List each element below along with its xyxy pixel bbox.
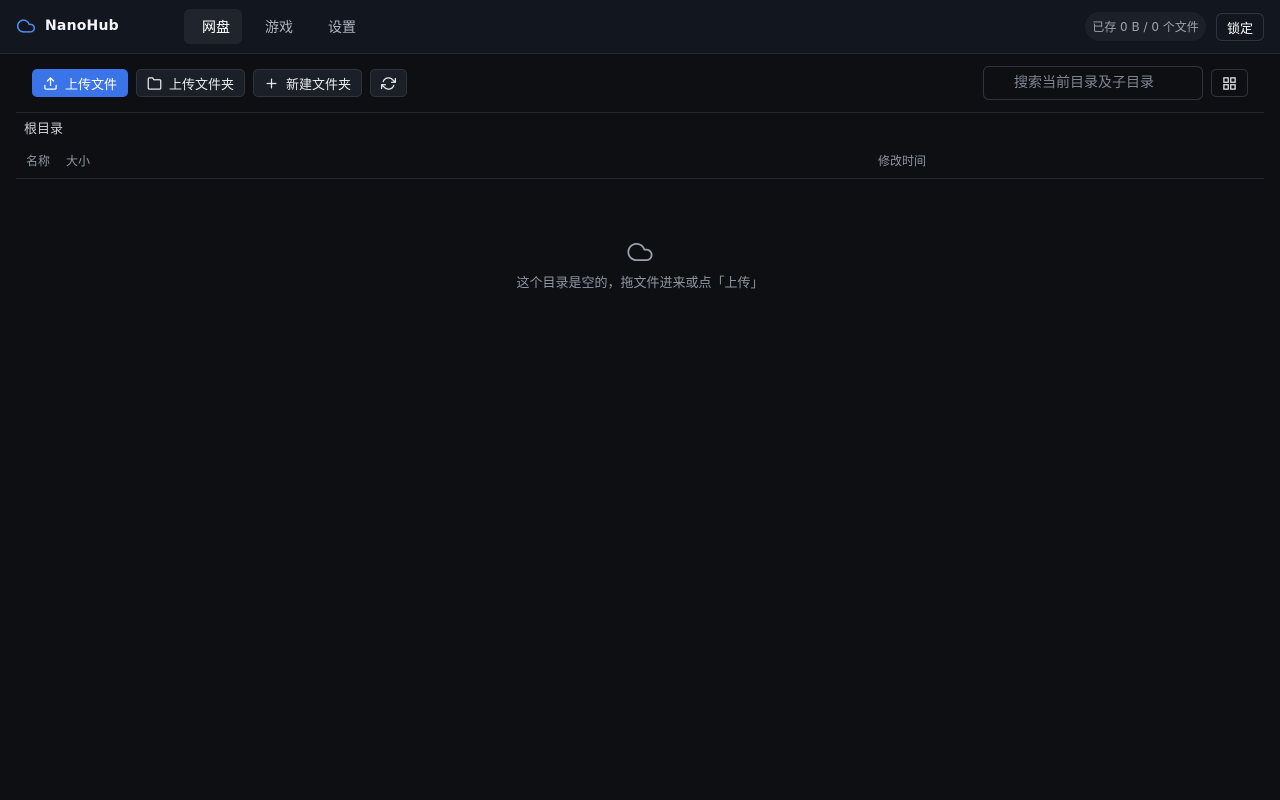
column-size-header[interactable]: 大小 [66,152,90,169]
lock-button[interactable]: 锁定 [1216,13,1264,41]
cloud-icon [627,243,653,262]
plus-icon [266,78,277,88]
empty-state: 这个目录是空的，拖文件进来或点「上传」 [0,238,1280,291]
upload-file-button[interactable]: 上传文件 [32,69,129,97]
storage-badge: 已存 0 B / 0 个文件 [1085,12,1206,41]
tab-settings[interactable]: 设置 [316,9,368,44]
new-folder-button[interactable]: 新建文件夹 [253,69,363,97]
new-folder-label: 新建文件夹 [286,77,352,93]
refresh-icon [381,76,397,90]
search-input[interactable] [983,66,1203,100]
column-modified-header[interactable]: 修改时间 [878,152,926,169]
brand[interactable]: NanoHub [16,16,119,36]
upload-icon [44,76,57,90]
upload-folder-button[interactable]: 上传文件夹 [136,69,246,97]
column-name-header[interactable]: 名称 [26,152,50,169]
upload-file-label: 上传文件 [65,77,118,93]
view-toggle-button[interactable] [1211,69,1248,97]
toolbar-divider [16,112,1264,113]
toolbar: 上传文件 上传文件夹 新建文件夹 [32,69,408,97]
tab-drive[interactable]: 网盘 [184,9,242,44]
breadcrumb[interactable]: 根目录 [24,118,63,137]
cloud-icon [16,19,36,33]
empty-state-message: 这个目录是空的，拖文件进来或点「上传」 [516,276,764,291]
main-nav: 网盘 游戏 设置 [184,9,379,44]
upload-folder-label: 上传文件夹 [169,77,235,93]
folder-icon [147,76,162,90]
grid-view-icon [1223,76,1236,90]
refresh-button[interactable] [370,69,408,97]
app-name: NanoHub [45,18,119,34]
top-bar: NanoHub 网盘 游戏 设置 已存 0 B / 0 个文件 锁定 [0,0,1280,54]
table-header-divider [16,178,1264,179]
tab-games[interactable]: 游戏 [253,9,305,44]
